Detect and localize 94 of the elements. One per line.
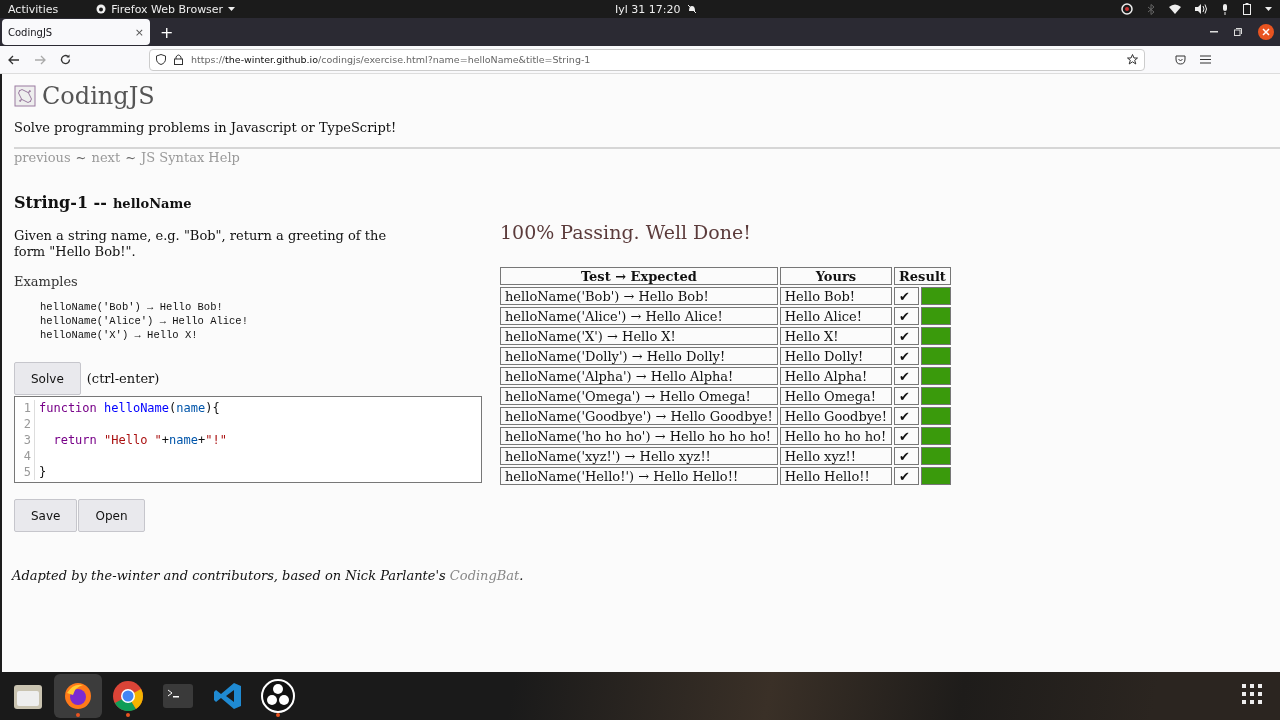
clock[interactable]: Iyl 31 17:20 bbox=[615, 2, 681, 16]
problem-title: String-1 -- bbox=[14, 193, 107, 212]
table-cell: Hello Omega! bbox=[779, 387, 893, 405]
table-cell: Hello Dolly! bbox=[779, 347, 893, 365]
pocket-icon[interactable] bbox=[1175, 54, 1186, 65]
restore-icon[interactable] bbox=[1234, 28, 1242, 36]
table-cell: ✔ bbox=[894, 347, 920, 365]
table-cell: helloName('Alice') → Hello Alice! bbox=[500, 307, 778, 325]
separator: ~ bbox=[125, 150, 137, 165]
close-icon[interactable] bbox=[1258, 24, 1274, 40]
firefox-icon bbox=[63, 681, 93, 711]
activities-button[interactable]: Activities bbox=[8, 2, 59, 16]
table-cell: ✔ bbox=[894, 367, 920, 385]
lock-icon bbox=[174, 54, 183, 65]
line-number: 4 bbox=[15, 448, 35, 464]
shield-icon bbox=[156, 54, 166, 65]
table-cell: helloName('ho ho ho') → Hello ho ho ho! bbox=[500, 427, 778, 445]
volume-icon bbox=[1195, 4, 1207, 14]
table-cell: helloName('Goodbye') → Hello Goodbye! bbox=[500, 407, 778, 425]
column-header: Yours bbox=[779, 267, 893, 285]
address-bar[interactable]: https://the-winter.github.io/codingjs/exercise.html?name=helloName&title=String-1 bbox=[149, 48, 1145, 71]
minimize-icon[interactable] bbox=[1210, 31, 1218, 33]
table-cell: Hello X! bbox=[779, 327, 893, 345]
table-cell: Hello xyz!! bbox=[779, 447, 893, 465]
code-editor-icon bbox=[213, 681, 243, 711]
table-cell: Hello Alice! bbox=[779, 307, 893, 325]
wifi-icon bbox=[1169, 4, 1181, 14]
table-cell: ✔ bbox=[894, 287, 920, 305]
code-line: return "Hello "+name+"!" bbox=[52, 432, 227, 448]
menu-icon[interactable] bbox=[1200, 55, 1211, 64]
save-button[interactable]: Save bbox=[14, 499, 78, 532]
table-cell: Hello Goodbye! bbox=[779, 407, 893, 425]
table-cell: helloName('Omega') → Hello Omega! bbox=[500, 387, 778, 405]
example-line: helloName('X') → Hello X! bbox=[40, 328, 199, 342]
code-line: } bbox=[39, 464, 47, 480]
caret-icon bbox=[1265, 7, 1272, 11]
table-cell: helloName('Alpha') → Hello Alpha! bbox=[500, 367, 778, 385]
reload-icon[interactable] bbox=[60, 54, 71, 65]
open-button[interactable]: Open bbox=[78, 499, 145, 532]
terminal-icon bbox=[163, 684, 193, 708]
table-cell: Hello Bob! bbox=[779, 287, 893, 305]
line-number: 3 bbox=[15, 432, 35, 448]
problem-name: helloName bbox=[112, 196, 192, 211]
shortcut-hint: (ctrl-enter) bbox=[86, 371, 160, 386]
line-number: 2 bbox=[15, 416, 35, 432]
examples-heading: Examples bbox=[14, 274, 79, 289]
separator: ~ bbox=[75, 150, 87, 165]
problem-description: Given a string name, e.g. "Bob", return a greeting of the form "Hello Bob!". bbox=[14, 228, 388, 260]
firefox-icon bbox=[96, 4, 107, 14]
code-editor[interactable]: 1 function helloName(name){ 2 3 return "Hello "+name+"!" 4 5 } bbox=[14, 396, 482, 483]
table-cell: ✔ bbox=[894, 467, 920, 485]
close-tab-button[interactable]: × bbox=[134, 25, 144, 39]
recorder-icon bbox=[261, 679, 295, 713]
new-tab-button[interactable]: + bbox=[160, 22, 174, 42]
bluetooth-icon bbox=[1147, 3, 1155, 15]
line-number: 1 bbox=[15, 400, 35, 416]
table-cell: Hello ho ho ho! bbox=[779, 427, 893, 445]
muted-bell-icon bbox=[686, 4, 697, 14]
microphone-icon bbox=[1221, 3, 1229, 15]
site-title: CodingJS bbox=[42, 82, 155, 110]
column-header: Test → Expected bbox=[500, 267, 778, 285]
table-cell: helloName('Bob') → Hello Bob! bbox=[500, 287, 778, 305]
line-number: 5 bbox=[15, 464, 35, 480]
code-line: function helloName(name){ bbox=[39, 400, 220, 416]
column-header: Result bbox=[894, 267, 951, 285]
tagline: Solve programming problems in Javascript or TypeScript! bbox=[14, 120, 398, 135]
browser-tab[interactable]: CodingJS × bbox=[2, 19, 150, 45]
table-cell: helloName('X') → Hello X! bbox=[500, 327, 778, 345]
table-cell: ✔ bbox=[894, 387, 920, 405]
folder-icon bbox=[13, 682, 43, 710]
back-icon[interactable] bbox=[8, 54, 20, 65]
star-icon[interactable] bbox=[1127, 54, 1138, 65]
chrome-icon bbox=[112, 680, 144, 712]
solve-button[interactable]: Solve bbox=[14, 362, 81, 395]
result-heading: 100% Passing. Well Done! bbox=[500, 221, 752, 243]
table-cell: ✔ bbox=[894, 447, 920, 465]
example-line: helloName('Alice') → Hello Alice! bbox=[40, 314, 249, 328]
table-cell: helloName('Hello!') → Hello Hello!! bbox=[500, 467, 778, 485]
table-cell: ✔ bbox=[894, 307, 920, 325]
table-cell: ✔ bbox=[894, 427, 920, 445]
table-cell: ✔ bbox=[894, 327, 920, 345]
app-grid-icon[interactable] bbox=[1242, 684, 1262, 704]
app-menu[interactable]: Firefox Web Browser bbox=[96, 2, 236, 16]
table-cell: helloName('xyz!') → Hello xyz!! bbox=[500, 447, 778, 465]
table-cell: Hello Alpha! bbox=[779, 367, 893, 385]
battery-icon bbox=[1243, 3, 1251, 15]
credits: Adapted by the-winter and contributors, based on Nick Parlante's CodingBat. bbox=[12, 568, 525, 583]
example-line: helloName('Bob') → Hello Bob! bbox=[40, 300, 224, 314]
table-cell: Hello Hello!! bbox=[779, 467, 893, 485]
dock-app[interactable] bbox=[54, 674, 102, 718]
table-cell: ✔ bbox=[894, 407, 920, 425]
record-icon bbox=[1121, 3, 1133, 15]
caret-icon bbox=[228, 7, 236, 11]
table-cell: helloName('Dolly') → Hello Dolly! bbox=[500, 347, 778, 365]
